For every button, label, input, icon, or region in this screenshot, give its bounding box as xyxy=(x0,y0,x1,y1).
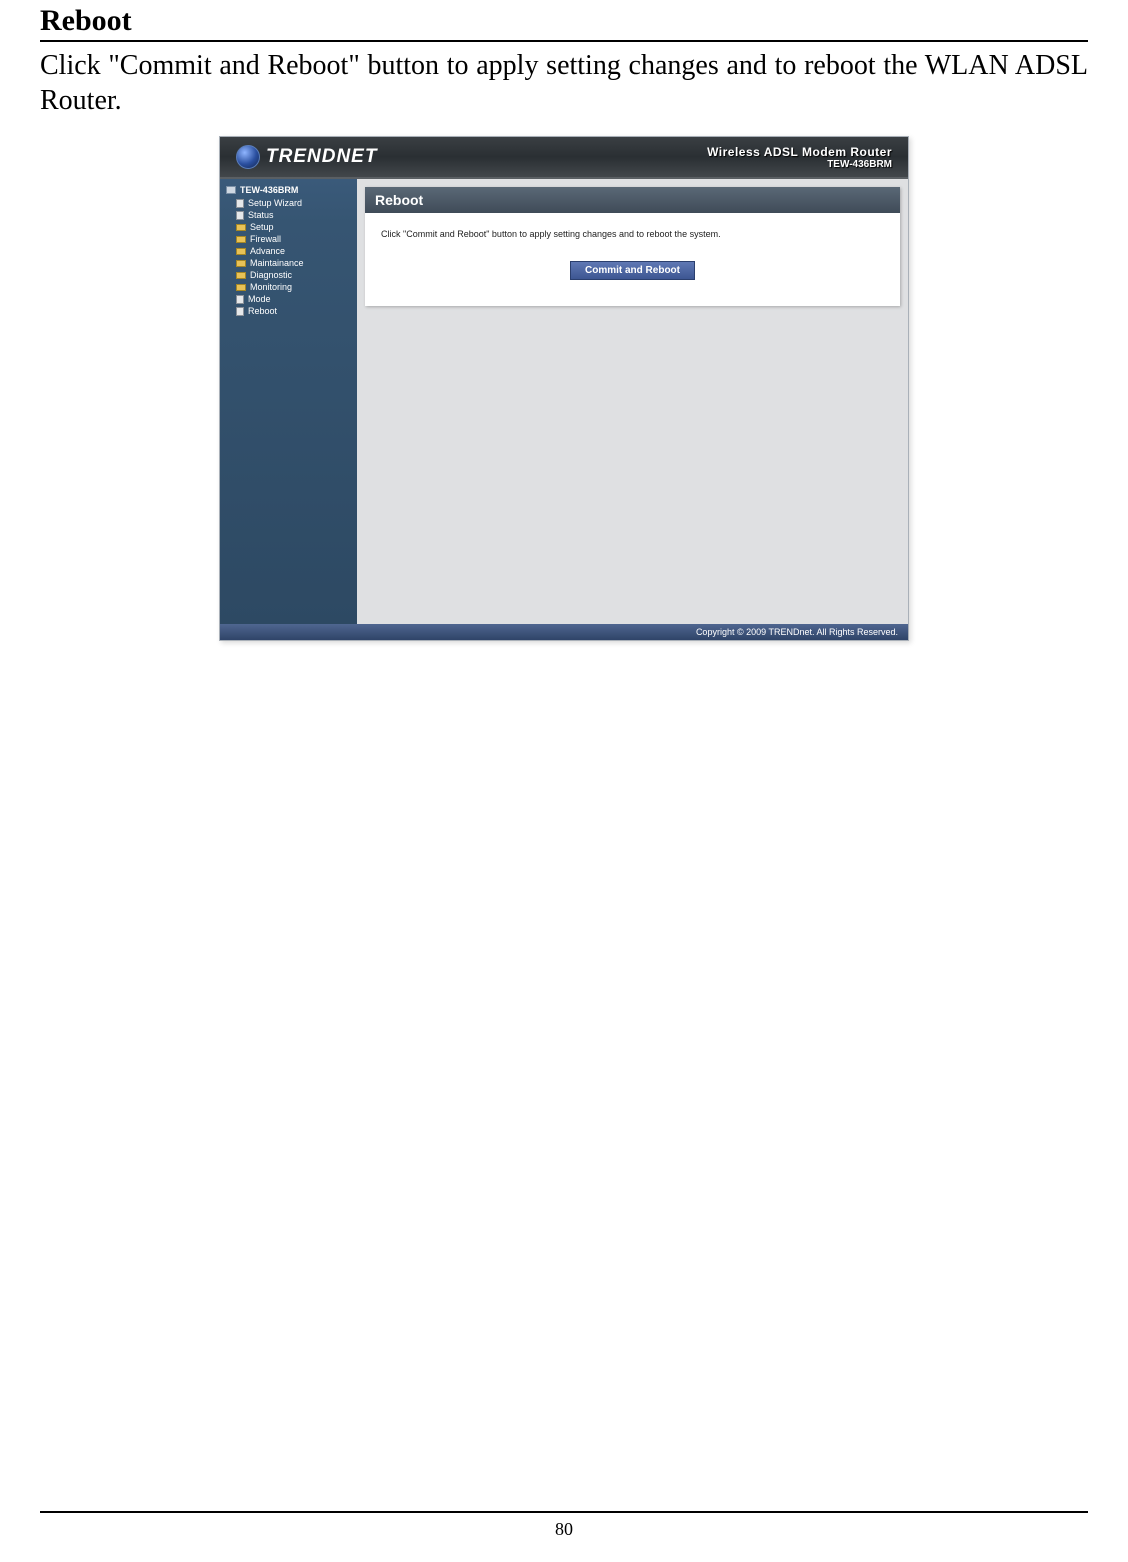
reboot-panel: Reboot Click "Commit and Reboot" button … xyxy=(365,187,900,306)
sidebar-item-reboot[interactable]: Reboot xyxy=(226,305,351,317)
file-icon xyxy=(236,295,244,304)
panel-title: Reboot xyxy=(365,187,900,213)
header-product-title: Wireless ADSL Modem Router TEW-436BRM xyxy=(707,145,892,170)
computer-icon xyxy=(226,186,236,194)
content-area: Reboot Click "Commit and Reboot" button … xyxy=(357,179,908,624)
sidebar-item-label: Reboot xyxy=(248,306,277,316)
folder-icon xyxy=(236,260,246,267)
brand-logo: TRENDNET xyxy=(236,145,377,169)
sidebar-item-setup-wizard[interactable]: Setup Wizard xyxy=(226,197,351,209)
page-footer: 80 xyxy=(40,1511,1088,1540)
sidebar-item-advance[interactable]: Advance xyxy=(226,245,351,257)
sidebar-item-label: Maintainance xyxy=(250,258,304,268)
sidebar-item-mode[interactable]: Mode xyxy=(226,293,351,305)
folder-icon xyxy=(236,224,246,231)
panel-description: Click "Commit and Reboot" button to appl… xyxy=(381,229,884,239)
nav-root[interactable]: TEW-436BRM xyxy=(226,185,351,195)
sidebar-item-label: Monitoring xyxy=(250,282,292,292)
nav-root-label: TEW-436BRM xyxy=(240,185,298,195)
folder-icon xyxy=(236,248,246,255)
globe-icon xyxy=(236,145,260,169)
sidebar-item-label: Advance xyxy=(250,246,285,256)
sidebar-item-label: Setup xyxy=(250,222,274,232)
page-content: Reboot Click "Commit and Reboot" button … xyxy=(40,0,1088,641)
sidebar-item-diagnostic[interactable]: Diagnostic xyxy=(226,269,351,281)
header-title-line2: TEW-436BRM xyxy=(707,159,892,170)
folder-icon xyxy=(236,236,246,243)
file-icon xyxy=(236,307,244,316)
page-number: 80 xyxy=(40,1519,1088,1540)
router-footer: Copyright © 2009 TRENDnet. All Rights Re… xyxy=(220,624,908,640)
sidebar-item-maintainance[interactable]: Maintainance xyxy=(226,257,351,269)
sidebar-item-monitoring[interactable]: Monitoring xyxy=(226,281,351,293)
heading-divider xyxy=(40,40,1088,42)
sidebar-item-firewall[interactable]: Firewall xyxy=(226,233,351,245)
panel-body: Click "Commit and Reboot" button to appl… xyxy=(365,213,900,306)
router-body: TEW-436BRM Setup Wizard Status Setup Fir… xyxy=(220,179,908,624)
folder-icon xyxy=(236,284,246,291)
header-title-line1: Wireless ADSL Modem Router xyxy=(707,145,892,159)
sidebar-item-status[interactable]: Status xyxy=(226,209,351,221)
sidebar-item-label: Mode xyxy=(248,294,271,304)
router-header: TRENDNET Wireless ADSL Modem Router TEW-… xyxy=(220,137,908,179)
section-heading: Reboot xyxy=(40,0,1088,40)
router-screenshot: TRENDNET Wireless ADSL Modem Router TEW-… xyxy=(219,136,909,641)
sidebar: TEW-436BRM Setup Wizard Status Setup Fir… xyxy=(220,179,357,624)
brand-text: TRENDNET xyxy=(266,146,377,168)
footer-divider xyxy=(40,1511,1088,1513)
commit-and-reboot-button[interactable]: Commit and Reboot xyxy=(570,261,695,280)
sidebar-item-label: Diagnostic xyxy=(250,270,292,280)
sidebar-item-label: Setup Wizard xyxy=(248,198,302,208)
section-body-text: Click "Commit and Reboot" button to appl… xyxy=(40,48,1088,118)
sidebar-item-label: Status xyxy=(248,210,274,220)
folder-icon xyxy=(236,272,246,279)
sidebar-item-label: Firewall xyxy=(250,234,281,244)
file-icon xyxy=(236,211,244,220)
sidebar-item-setup[interactable]: Setup xyxy=(226,221,351,233)
file-icon xyxy=(236,199,244,208)
